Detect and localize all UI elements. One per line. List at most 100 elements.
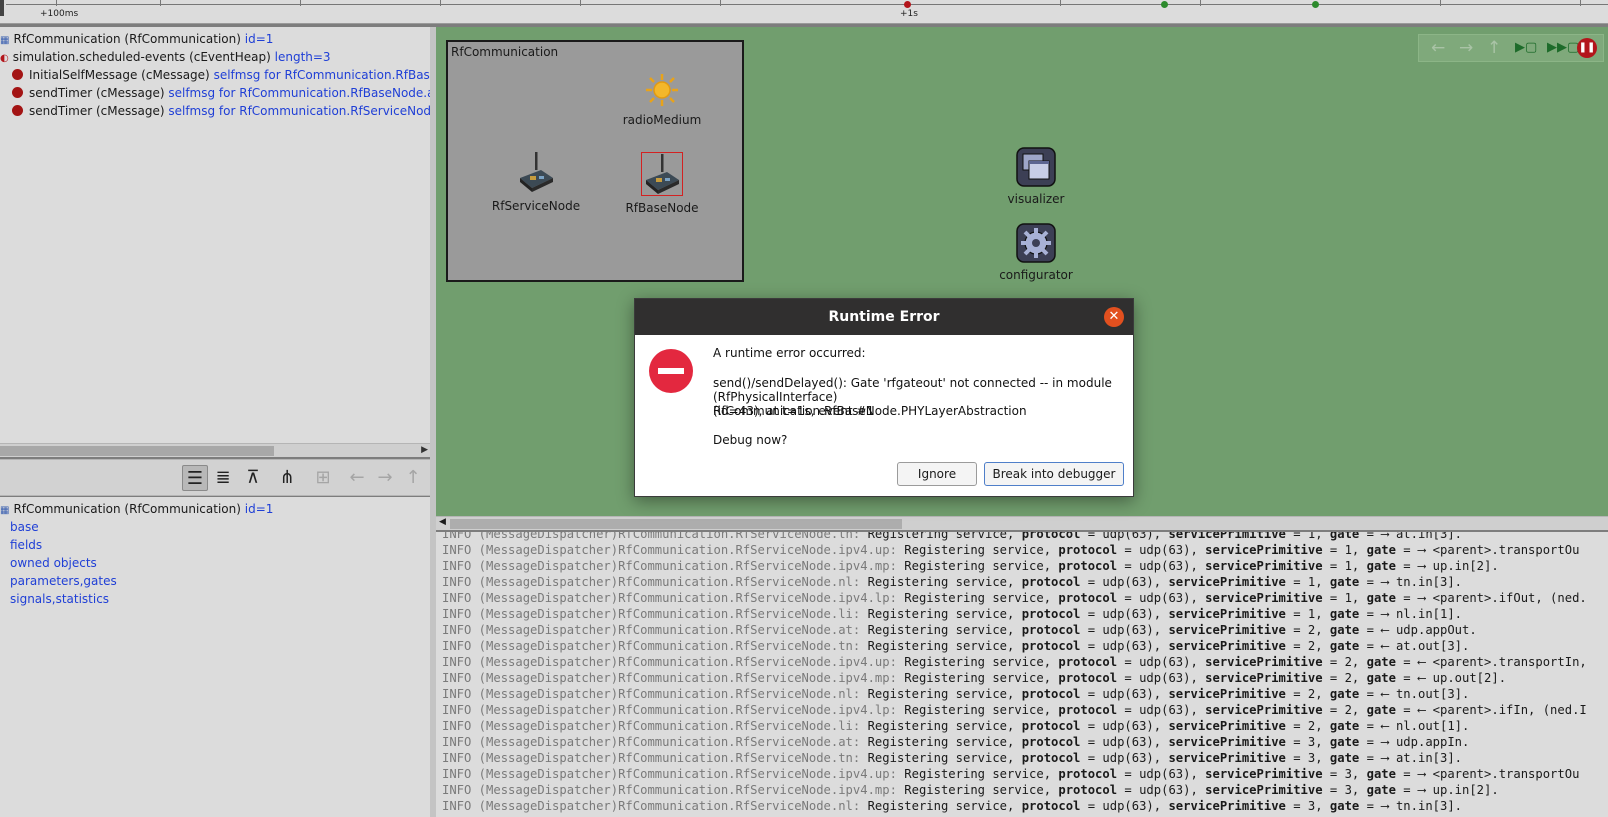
tree-message-item[interactable]: sendTimer (cMessage) selfmsg for RfCommu… — [12, 84, 467, 102]
log-value: udp(63) — [1139, 783, 1191, 797]
message-name: InitialSelfMessage (cMessage) — [29, 68, 210, 82]
sensor-board-icon — [520, 152, 553, 192]
scrollbar-thumb[interactable] — [0, 446, 274, 456]
log-text: Registering service, — [867, 735, 1015, 749]
log-value: udp(63) — [1102, 575, 1154, 589]
log-source: INFO (MessageDispatcher)RfCommunication.… — [442, 735, 861, 749]
object-tree-panel[interactable]: ▦ RfCommunication (RfCommunication) id=1 … — [0, 27, 470, 447]
stop-icon[interactable]: ❚❚ — [1577, 38, 1597, 58]
log-text: Registering service, — [867, 607, 1015, 621]
log-keyword: gate — [1329, 532, 1360, 541]
grouped-view-icon[interactable]: ☰ — [182, 465, 208, 491]
log-value: udp(63) — [1102, 751, 1154, 765]
log-value: 1 — [1344, 559, 1352, 573]
close-icon[interactable]: ✕ — [1104, 307, 1124, 327]
log-value: ⟶ <parent>.transportOu — [1417, 543, 1580, 557]
inspector-group-fields[interactable]: fields — [10, 536, 42, 554]
timeline-event-marker[interactable] — [1312, 1, 1319, 8]
flat-view-icon[interactable]: ≣ — [210, 465, 236, 491]
log-source: INFO (MessageDispatcher)RfCommunication.… — [442, 623, 861, 637]
children-view-icon[interactable]: ⊼ — [240, 465, 266, 491]
log-text: Registering service, — [904, 543, 1052, 557]
scroll-right-icon[interactable]: ▶ — [421, 445, 428, 455]
log-keyword: gate — [1366, 543, 1396, 557]
log-line: INFO (MessageDispatcher)RfCommunication.… — [442, 703, 1587, 717]
log-value: ⟵ <parent>.transportIn, — [1417, 655, 1587, 669]
log-value: udp(63) — [1102, 719, 1154, 733]
forward-arrow-icon[interactable]: → — [372, 465, 398, 491]
scrollbar-thumb[interactable] — [450, 519, 902, 529]
tree-scheduled-events[interactable]: ◐ simulation.scheduled-events (cEventHeap… — [0, 48, 331, 66]
log-source: INFO (MessageDispatcher)RfCommunication.… — [442, 751, 861, 765]
back-arrow-icon[interactable]: ← — [1431, 38, 1445, 58]
rf-service-node[interactable]: RfServiceNode — [488, 152, 584, 213]
up-arrow-icon[interactable]: ↑ — [400, 465, 426, 491]
log-panel[interactable]: INFO (MessageDispatcher)RfCommunication.… — [436, 532, 1608, 817]
rf-base-node[interactable]: RfBaseNode — [616, 152, 708, 215]
log-line: INFO (MessageDispatcher)RfCommunication.… — [442, 559, 1499, 573]
message-icon — [12, 69, 23, 80]
log-keyword: servicePrimitive — [1168, 623, 1286, 637]
inspector-root-name: RfCommunication (RfCommunication) — [13, 502, 241, 516]
inspector-root[interactable]: ▦ RfCommunication (RfCommunication) id=1 — [0, 500, 273, 518]
log-keyword: servicePrimitive — [1205, 655, 1323, 669]
log-keyword: protocol — [1058, 703, 1118, 717]
log-keyword: protocol — [1021, 532, 1081, 541]
ignore-button[interactable]: Ignore — [897, 462, 977, 486]
configurator-node[interactable]: configurator — [996, 223, 1076, 282]
log-keyword: servicePrimitive — [1168, 532, 1286, 541]
log-value: udp(63) — [1139, 559, 1191, 573]
timeline-tick — [440, 0, 441, 6]
log-value: ⟶ tn.in[3]. — [1381, 575, 1463, 589]
log-keyword: protocol — [1021, 607, 1081, 621]
compound-module[interactable]: RfCommunication radioMedium RfServiceNod… — [446, 40, 744, 282]
log-line: INFO (MessageDispatcher)RfCommunication.… — [442, 655, 1587, 669]
log-value: 3 — [1344, 783, 1352, 797]
visualizer-node[interactable]: visualizer — [996, 147, 1076, 206]
log-value: 1 — [1344, 591, 1352, 605]
object-tree-hscrollbar[interactable]: ▶ — [0, 443, 430, 457]
log-keyword: protocol — [1058, 671, 1118, 685]
step-icon[interactable]: ▶▢ — [1515, 38, 1537, 58]
log-text: Registering service, — [904, 767, 1052, 781]
layout-icon[interactable]: ⊞ — [310, 465, 336, 491]
log-keyword: gate — [1329, 719, 1360, 733]
log-keyword: servicePrimitive — [1168, 751, 1286, 765]
log-keyword: protocol — [1058, 543, 1118, 557]
log-text: Registering service, — [904, 655, 1052, 669]
back-arrow-icon[interactable]: ← — [344, 465, 370, 491]
log-value: ⟵ nl.out[1]. — [1381, 719, 1470, 733]
log-text: Registering service, — [867, 751, 1015, 765]
inspector-group-signals-statistics[interactable]: signals,statistics — [10, 590, 109, 608]
break-into-debugger-button[interactable]: Break into debugger — [984, 462, 1124, 486]
radio-medium-node[interactable]: radioMedium — [622, 72, 702, 127]
log-line: INFO (MessageDispatcher)RfCommunication.… — [442, 719, 1470, 733]
event-timeline[interactable]: +100ms +1s — [0, 0, 1608, 24]
log-value: 1 — [1307, 575, 1316, 589]
scroll-left-icon[interactable]: ◀ — [439, 517, 446, 527]
log-keyword: gate — [1366, 655, 1396, 669]
timeline-event-marker[interactable] — [904, 1, 911, 8]
inspector-group-base[interactable]: base — [10, 518, 39, 536]
inspector-group-parameters-gates[interactable]: parameters,gates — [10, 572, 117, 590]
log-source: INFO (MessageDispatcher)RfCommunication.… — [442, 655, 897, 669]
log-keyword: servicePrimitive — [1205, 703, 1323, 717]
timeline-event-marker[interactable] — [1161, 1, 1168, 8]
tree-view-icon[interactable]: ⋔ — [274, 465, 300, 491]
log-value: 2 — [1344, 703, 1352, 717]
up-arrow-icon[interactable]: ↑ — [1487, 38, 1501, 58]
timeline-tick — [720, 0, 721, 6]
log-keyword: protocol — [1021, 735, 1081, 749]
log-value: udp(63) — [1102, 639, 1154, 653]
tree-message-item[interactable]: InitialSelfMessage (cMessage) selfmsg fo… — [12, 66, 469, 84]
forward-arrow-icon[interactable]: → — [1459, 38, 1473, 58]
tree-root[interactable]: ▦ RfCommunication (RfCommunication) id=1 — [0, 30, 273, 48]
inspector-group-owned-objects[interactable]: owned objects — [10, 554, 97, 572]
log-source: INFO (MessageDispatcher)RfCommunication.… — [442, 543, 897, 557]
fast-forward-icon[interactable]: ▶▶▢ — [1547, 38, 1579, 58]
log-line: INFO (MessageDispatcher)RfCommunication.… — [442, 543, 1580, 557]
object-inspector-panel[interactable]: ▦ RfCommunication (RfCommunication) id=1 … — [0, 497, 430, 817]
tree-message-item[interactable]: sendTimer (cMessage) selfmsg for RfCommu… — [12, 102, 470, 120]
canvas-hscrollbar[interactable]: ◀ — [436, 516, 1608, 530]
node-label: RfBaseNode — [625, 201, 699, 215]
